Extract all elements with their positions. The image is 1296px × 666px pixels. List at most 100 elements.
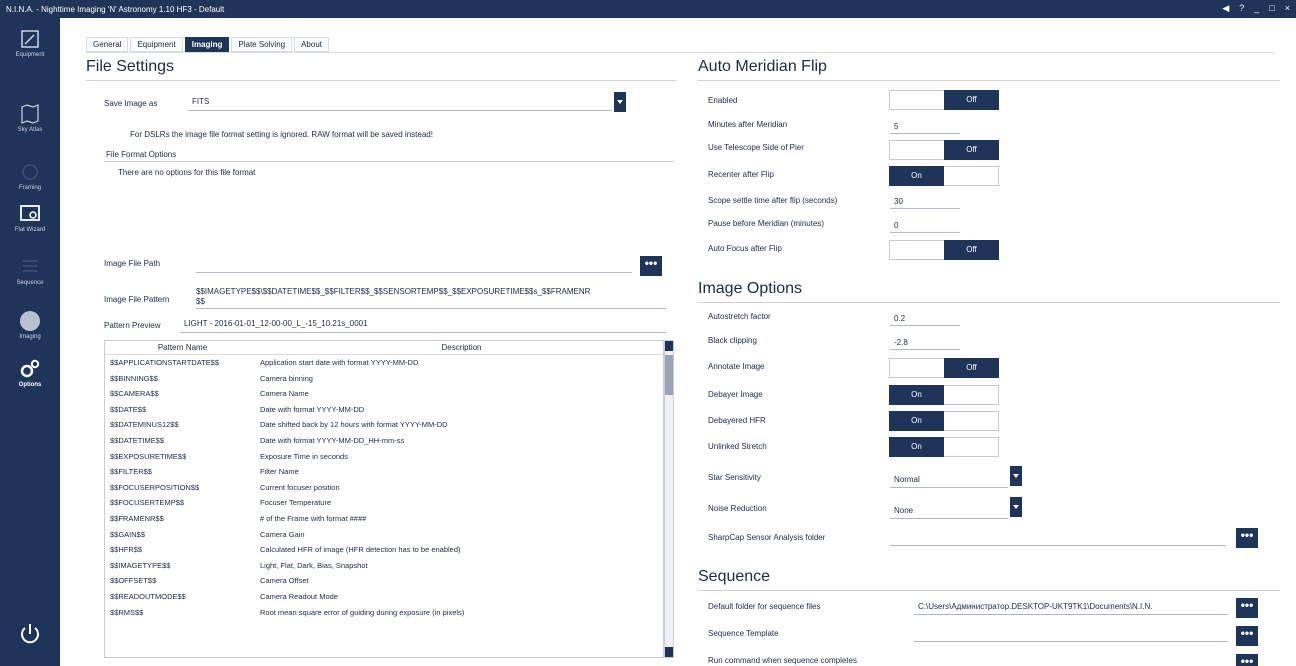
table-row[interactable]: $$BINNING$$ Camera binning	[105, 371, 663, 387]
browse-run-command-button[interactable]: •••	[1236, 654, 1258, 666]
noise-reduction-dropdown-icon[interactable]	[1010, 497, 1022, 517]
toggle-state: On	[889, 166, 944, 186]
tab-about[interactable]: About	[294, 37, 329, 52]
meridian-flip-heading: Auto Meridian Flip	[698, 58, 827, 75]
sequence-template-label: Sequence Template	[708, 629, 779, 638]
scroll-down-icon[interactable]	[665, 647, 673, 657]
sidebar-item-label: Options	[18, 382, 42, 388]
scroll-thumb[interactable]	[665, 355, 673, 395]
debayered-hfr-toggle[interactable]: On	[889, 411, 999, 431]
table-row[interactable]: $$GAIN$$ Camera Gain	[105, 527, 663, 543]
sidebar-item-imaging[interactable]: Imaging	[0, 310, 60, 340]
power-icon[interactable]	[18, 622, 42, 646]
sidebar-item-options[interactable]: Options	[0, 358, 60, 388]
table-row[interactable]: $$DATETIME$$ Date with format YYYY-MM-DD_…	[105, 433, 663, 449]
table-row[interactable]: $$CAMERA$$ Camera Name	[105, 386, 663, 402]
table-row[interactable]: $$RMS$$ Root mean square error of guiding…	[105, 605, 663, 621]
imaging-icon	[20, 311, 40, 331]
star-sensitivity-dropdown-icon[interactable]	[1010, 466, 1022, 486]
table-row[interactable]: $$READOUTMODE$$ Camera Readout Mode	[105, 589, 663, 605]
default-sequence-folder-input[interactable]	[914, 614, 1228, 615]
table-row[interactable]: $$FOCUSERTEMP$$ Focuser Temperature	[105, 495, 663, 511]
table-row[interactable]: $$EXPOSURETIME$$ Exposure Time in seconds	[105, 449, 663, 465]
table-row[interactable]: $$FOCUSERPOSITION$$ Current focuser posit…	[105, 480, 663, 496]
browse-image-path-button[interactable]: •••	[640, 256, 662, 276]
maximize-button[interactable]: □	[1269, 3, 1274, 14]
recenter-after-flip-toggle[interactable]: On	[889, 166, 999, 186]
minutes-after-meridian-value[interactable]: 5	[894, 122, 898, 131]
image-file-path-input[interactable]	[196, 272, 632, 273]
equipment-icon	[21, 30, 39, 48]
image-file-pattern-line-2[interactable]: $$	[196, 297, 205, 306]
unlinked-stretch-toggle[interactable]: On	[889, 437, 999, 457]
black-clipping-input[interactable]	[890, 349, 960, 350]
table-row[interactable]: $$HFR$$ Calculated HFR of image (HFR dete…	[105, 542, 663, 558]
pattern-description-cell: # of the Frame with format ####	[260, 513, 367, 523]
autostretch-value[interactable]: 0.2	[894, 314, 905, 323]
divider	[698, 302, 1280, 303]
close-button[interactable]: ×	[1285, 3, 1290, 14]
table-row[interactable]: $$DATE$$ Date with format YYYY-MM-DD	[105, 402, 663, 418]
save-image-as-dropdown-icon[interactable]	[614, 92, 626, 112]
annotate-image-label: Annotate Image	[708, 362, 765, 371]
pattern-name-cell: $$GAIN$$	[110, 529, 146, 539]
star-sensitivity-value[interactable]: Normal	[894, 475, 920, 484]
use-side-of-pier-toggle[interactable]: Off	[889, 140, 999, 160]
sharpcap-folder-input[interactable]	[890, 545, 1226, 546]
tab-plate-solving[interactable]: Plate Solving	[231, 37, 293, 52]
table-row[interactable]: $$OFFSET$$ Camera Offset	[105, 573, 663, 589]
pause-before-meridian-input[interactable]	[890, 232, 960, 233]
help-icon[interactable]: ?	[1239, 3, 1244, 14]
back-icon[interactable]: ◀	[1222, 3, 1229, 14]
table-row[interactable]: $$FRAMENR$$ # of the Frame with format ##…	[105, 511, 663, 527]
enabled-toggle[interactable]: Off	[889, 90, 999, 110]
browse-sharpcap-folder-button[interactable]: •••	[1236, 528, 1258, 548]
tab-general[interactable]: General	[86, 37, 129, 52]
column-header-description[interactable]: Description	[260, 341, 663, 354]
black-clipping-value[interactable]: -2.8	[894, 338, 908, 347]
debayer-image-toggle[interactable]: On	[889, 385, 999, 405]
tab-imaging[interactable]: Imaging	[184, 37, 230, 52]
pattern-description-cell: Filter Name	[260, 467, 299, 477]
annotate-image-toggle[interactable]: Off	[889, 358, 999, 378]
pause-before-meridian-value[interactable]: 0	[894, 221, 898, 230]
table-row[interactable]: $$DATEMINUS12$$ Date shifted back by 12 h…	[105, 417, 663, 433]
noise-reduction-value[interactable]: None	[894, 506, 913, 515]
pattern-name-cell: $$CAMERA$$	[110, 389, 159, 399]
image-file-pattern-input[interactable]	[196, 308, 666, 309]
browse-sequence-template-button[interactable]: •••	[1236, 626, 1258, 646]
minimize-button[interactable]: _	[1254, 3, 1259, 14]
sequence-template-input[interactable]	[914, 641, 1228, 642]
sequence-icon	[23, 260, 37, 272]
sidebar-item-sky-atlas[interactable]: Sky Atlas	[0, 103, 60, 133]
table-row[interactable]: $$FILTER$$ Filter Name	[105, 464, 663, 480]
image-file-pattern-line-1[interactable]: $$IMAGETYPE$$\$$DATETIME$$_$$FILTER$$_$$…	[196, 287, 590, 296]
sidebar-item-flat-wizard[interactable]: Flat Wizard	[0, 203, 60, 233]
scroll-up-icon[interactable]	[665, 341, 673, 351]
pattern-description-cell: Camera Readout Mode	[260, 591, 338, 601]
default-sequence-folder-value[interactable]: C:\Users\Администратор.DESKTOP-UKT9TK1\D…	[918, 602, 1228, 611]
table-body: $$APPLICATIONSTARTDATE$$ Application star…	[105, 355, 663, 620]
sidebar-item-sequence[interactable]: Sequence	[0, 256, 60, 286]
table-row[interactable]: $$APPLICATIONSTARTDATE$$ Application star…	[105, 355, 663, 371]
window-controls: ◀ ? _ □ ×	[1222, 3, 1290, 14]
sidebar-item-label: Sky Atlas	[17, 127, 43, 133]
browse-sequence-folder-button[interactable]: •••	[1236, 598, 1258, 618]
autostretch-input[interactable]	[890, 325, 960, 326]
sidebar-item-framing[interactable]: Framing	[0, 161, 60, 191]
minutes-after-meridian-input[interactable]	[890, 133, 960, 134]
sidebar-item-equipment[interactable]: Equipment	[0, 28, 60, 58]
table-scrollbar[interactable]	[664, 340, 674, 658]
pattern-description-cell: Camera binning	[260, 373, 313, 383]
star-sensitivity-combo[interactable]	[890, 487, 1008, 488]
settle-time-input[interactable]	[890, 208, 960, 209]
save-image-as-combo[interactable]	[188, 110, 612, 111]
sky-atlas-icon	[21, 104, 39, 124]
table-row[interactable]: $$IMAGETYPE$$ Light, Flat, Dark, Bias, Sn…	[105, 558, 663, 574]
column-header-pattern-name[interactable]: Pattern Name	[105, 341, 260, 354]
autofocus-after-flip-toggle[interactable]: Off	[889, 240, 999, 260]
sharpcap-folder-label: SharpCap Sensor Analysis folder	[708, 533, 826, 542]
tab-equipment[interactable]: Equipment	[130, 37, 183, 52]
settle-time-value[interactable]: 30	[894, 197, 903, 206]
noise-reduction-combo[interactable]	[890, 518, 1008, 519]
